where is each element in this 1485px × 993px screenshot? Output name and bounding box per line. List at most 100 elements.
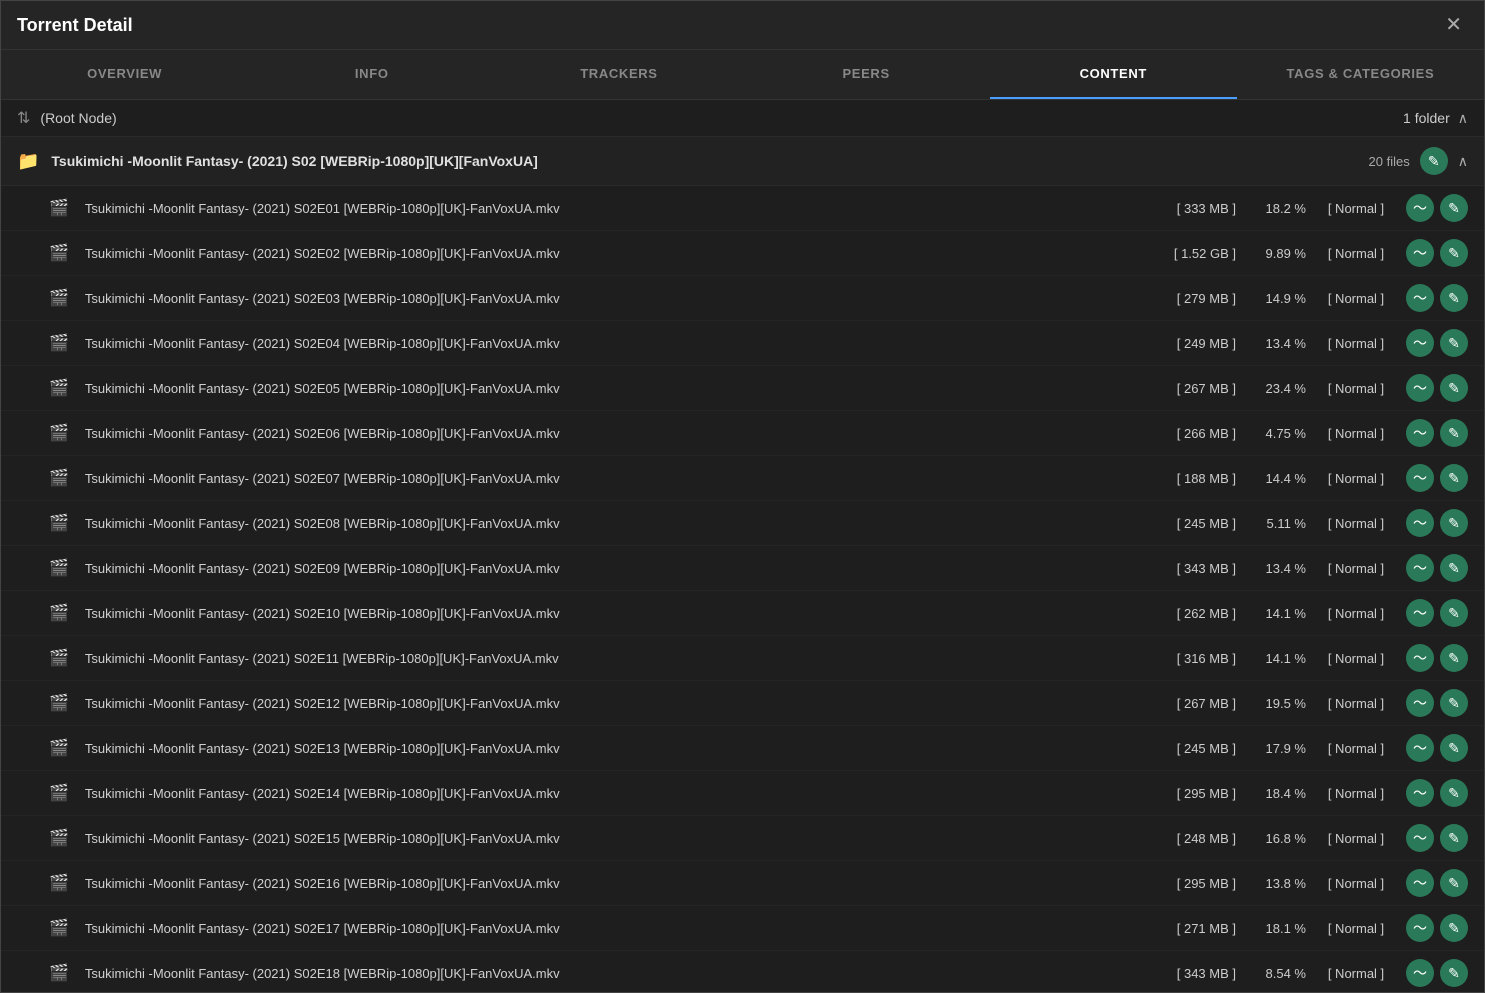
file-wave-button[interactable]: 〜 — [1406, 779, 1434, 807]
file-meta: [ 245 MB ] 17.9 % [ Normal ] 〜 ✎ — [1156, 734, 1468, 762]
file-name: Tsukimichi -Moonlit Fantasy- (2021) S02E… — [85, 786, 1156, 801]
file-priority: [ Normal ] — [1316, 246, 1396, 261]
file-wave-button[interactable]: 〜 — [1406, 329, 1434, 357]
tab-content[interactable]: CONTENT — [990, 50, 1237, 99]
file-percent: 13.8 % — [1246, 876, 1306, 891]
file-action-buttons: 〜 ✎ — [1406, 914, 1468, 942]
file-row: 🎬 Tsukimichi -Moonlit Fantasy- (2021) S0… — [1, 186, 1484, 231]
file-row: 🎬 Tsukimichi -Moonlit Fantasy- (2021) S0… — [1, 726, 1484, 771]
file-wave-button[interactable]: 〜 — [1406, 644, 1434, 672]
file-size: [ 343 MB ] — [1156, 966, 1236, 981]
file-wave-button[interactable]: 〜 — [1406, 824, 1434, 852]
film-icon: 🎬 — [49, 513, 69, 533]
file-size: [ 279 MB ] — [1156, 291, 1236, 306]
file-edit-button[interactable]: ✎ — [1440, 734, 1468, 762]
file-name: Tsukimichi -Moonlit Fantasy- (2021) S02E… — [85, 471, 1156, 486]
file-name: Tsukimichi -Moonlit Fantasy- (2021) S02E… — [85, 381, 1156, 396]
file-wave-button[interactable]: 〜 — [1406, 869, 1434, 897]
file-meta: [ 271 MB ] 18.1 % [ Normal ] 〜 ✎ — [1156, 914, 1468, 942]
file-meta: [ 262 MB ] 14.1 % [ Normal ] 〜 ✎ — [1156, 599, 1468, 627]
file-action-buttons: 〜 ✎ — [1406, 464, 1468, 492]
file-wave-button[interactable]: 〜 — [1406, 374, 1434, 402]
file-edit-button[interactable]: ✎ — [1440, 824, 1468, 852]
file-action-buttons: 〜 ✎ — [1406, 329, 1468, 357]
file-row: 🎬 Tsukimichi -Moonlit Fantasy- (2021) S0… — [1, 861, 1484, 906]
film-icon: 🎬 — [49, 693, 69, 713]
file-row: 🎬 Tsukimichi -Moonlit Fantasy- (2021) S0… — [1, 816, 1484, 861]
file-priority: [ Normal ] — [1316, 516, 1396, 531]
file-name: Tsukimichi -Moonlit Fantasy- (2021) S02E… — [85, 516, 1156, 531]
file-size: [ 266 MB ] — [1156, 426, 1236, 441]
file-action-buttons: 〜 ✎ — [1406, 239, 1468, 267]
file-size: [ 316 MB ] — [1156, 651, 1236, 666]
file-wave-button[interactable]: 〜 — [1406, 509, 1434, 537]
tab-trackers[interactable]: TRACKERS — [495, 50, 742, 99]
file-wave-button[interactable]: 〜 — [1406, 419, 1434, 447]
file-edit-button[interactable]: ✎ — [1440, 464, 1468, 492]
toolbar-left: ⇅ (Root Node) — [17, 108, 117, 128]
file-wave-button[interactable]: 〜 — [1406, 599, 1434, 627]
file-percent: 13.4 % — [1246, 561, 1306, 576]
file-edit-button[interactable]: ✎ — [1440, 689, 1468, 717]
file-edit-button[interactable]: ✎ — [1440, 419, 1468, 447]
file-action-buttons: 〜 ✎ — [1406, 194, 1468, 222]
file-edit-button[interactable]: ✎ — [1440, 644, 1468, 672]
file-priority: [ Normal ] — [1316, 876, 1396, 891]
file-wave-button[interactable]: 〜 — [1406, 959, 1434, 987]
file-action-buttons: 〜 ✎ — [1406, 644, 1468, 672]
file-edit-button[interactable]: ✎ — [1440, 239, 1468, 267]
file-percent: 18.2 % — [1246, 201, 1306, 216]
file-row: 🎬 Tsukimichi -Moonlit Fantasy- (2021) S0… — [1, 681, 1484, 726]
folder-edit-button[interactable]: ✎ — [1420, 147, 1448, 175]
file-row: 🎬 Tsukimichi -Moonlit Fantasy- (2021) S0… — [1, 546, 1484, 591]
file-wave-button[interactable]: 〜 — [1406, 914, 1434, 942]
file-edit-button[interactable]: ✎ — [1440, 779, 1468, 807]
file-action-buttons: 〜 ✎ — [1406, 824, 1468, 852]
file-meta: [ 343 MB ] 8.54 % [ Normal ] 〜 ✎ — [1156, 959, 1468, 987]
file-row: 🎬 Tsukimichi -Moonlit Fantasy- (2021) S0… — [1, 321, 1484, 366]
file-name: Tsukimichi -Moonlit Fantasy- (2021) S02E… — [85, 246, 1156, 261]
file-percent: 14.1 % — [1246, 651, 1306, 666]
file-name: Tsukimichi -Moonlit Fantasy- (2021) S02E… — [85, 741, 1156, 756]
root-node-label: (Root Node) — [40, 110, 116, 126]
file-edit-button[interactable]: ✎ — [1440, 509, 1468, 537]
tab-overview[interactable]: OVERVIEW — [1, 50, 248, 99]
file-wave-button[interactable]: 〜 — [1406, 554, 1434, 582]
file-edit-button[interactable]: ✎ — [1440, 914, 1468, 942]
file-edit-button[interactable]: ✎ — [1440, 284, 1468, 312]
file-edit-button[interactable]: ✎ — [1440, 869, 1468, 897]
file-percent: 9.89 % — [1246, 246, 1306, 261]
file-action-buttons: 〜 ✎ — [1406, 599, 1468, 627]
file-name: Tsukimichi -Moonlit Fantasy- (2021) S02E… — [85, 201, 1156, 216]
file-size: [ 245 MB ] — [1156, 741, 1236, 756]
file-name: Tsukimichi -Moonlit Fantasy- (2021) S02E… — [85, 336, 1156, 351]
film-icon: 🎬 — [49, 243, 69, 263]
file-row: 🎬 Tsukimichi -Moonlit Fantasy- (2021) S0… — [1, 231, 1484, 276]
file-wave-button[interactable]: 〜 — [1406, 689, 1434, 717]
tab-info[interactable]: INFO — [248, 50, 495, 99]
file-edit-button[interactable]: ✎ — [1440, 329, 1468, 357]
file-edit-button[interactable]: ✎ — [1440, 194, 1468, 222]
file-size: [ 262 MB ] — [1156, 606, 1236, 621]
file-edit-button[interactable]: ✎ — [1440, 374, 1468, 402]
file-row: 🎬 Tsukimichi -Moonlit Fantasy- (2021) S0… — [1, 501, 1484, 546]
file-edit-button[interactable]: ✎ — [1440, 554, 1468, 582]
file-wave-button[interactable]: 〜 — [1406, 194, 1434, 222]
file-wave-button[interactable]: 〜 — [1406, 734, 1434, 762]
file-size: [ 267 MB ] — [1156, 381, 1236, 396]
file-edit-button[interactable]: ✎ — [1440, 959, 1468, 987]
tab-peers[interactable]: PEERS — [743, 50, 990, 99]
file-wave-button[interactable]: 〜 — [1406, 284, 1434, 312]
tab-tags-categories[interactable]: TAGS & CATEGORIES — [1237, 50, 1484, 99]
file-percent: 18.1 % — [1246, 921, 1306, 936]
file-row: 🎬 Tsukimichi -Moonlit Fantasy- (2021) S0… — [1, 456, 1484, 501]
file-size: [ 245 MB ] — [1156, 516, 1236, 531]
file-wave-button[interactable]: 〜 — [1406, 464, 1434, 492]
film-icon: 🎬 — [49, 333, 69, 353]
close-button[interactable]: ✕ — [1439, 13, 1468, 37]
file-edit-button[interactable]: ✎ — [1440, 599, 1468, 627]
file-priority: [ Normal ] — [1316, 831, 1396, 846]
file-name: Tsukimichi -Moonlit Fantasy- (2021) S02E… — [85, 426, 1156, 441]
file-wave-button[interactable]: 〜 — [1406, 239, 1434, 267]
film-icon: 🎬 — [49, 603, 69, 623]
